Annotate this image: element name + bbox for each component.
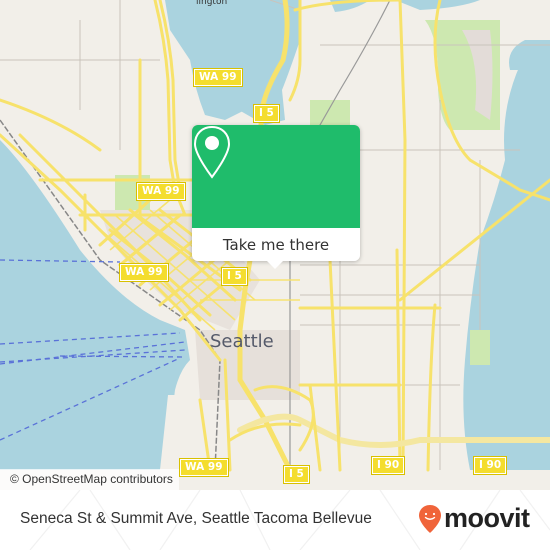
popup-tail <box>266 260 284 269</box>
route-shield-i5: I 5 <box>283 465 310 484</box>
moovit-logo-icon <box>419 504 441 533</box>
route-shield-i5: I 5 <box>253 104 280 123</box>
district-label: lington <box>196 0 228 7</box>
footer: Seneca St & Summit Ave, Seattle Tacoma B… <box>0 490 550 550</box>
route-shield-i90: I 90 <box>472 456 508 475</box>
city-label: Seattle <box>210 331 274 352</box>
route-shield-wa99: WA 99 <box>136 182 186 201</box>
route-shield-wa99: WA 99 <box>193 68 243 87</box>
moovit-brand[interactable]: moovit <box>418 503 530 534</box>
stop-address: Seneca St & Summit Ave, Seattle Tacoma B… <box>20 510 372 527</box>
popup-header <box>192 125 360 228</box>
route-shield-i90: I 90 <box>370 456 406 475</box>
map-attribution[interactable]: © OpenStreetMap contributors <box>0 469 179 490</box>
map[interactable]: lington WA 99 I 5 WA 99 WA 99 I 5 WA 99 … <box>0 0 550 490</box>
route-shield-wa99: WA 99 <box>179 458 229 477</box>
route-shield-wa99: WA 99 <box>119 263 169 282</box>
location-popup: Take me there <box>192 125 360 269</box>
map-pin-icon <box>193 125 231 179</box>
route-shield-i5: I 5 <box>221 267 248 286</box>
take-me-there-button[interactable]: Take me there <box>192 228 360 261</box>
brand-name: moovit <box>444 503 530 533</box>
